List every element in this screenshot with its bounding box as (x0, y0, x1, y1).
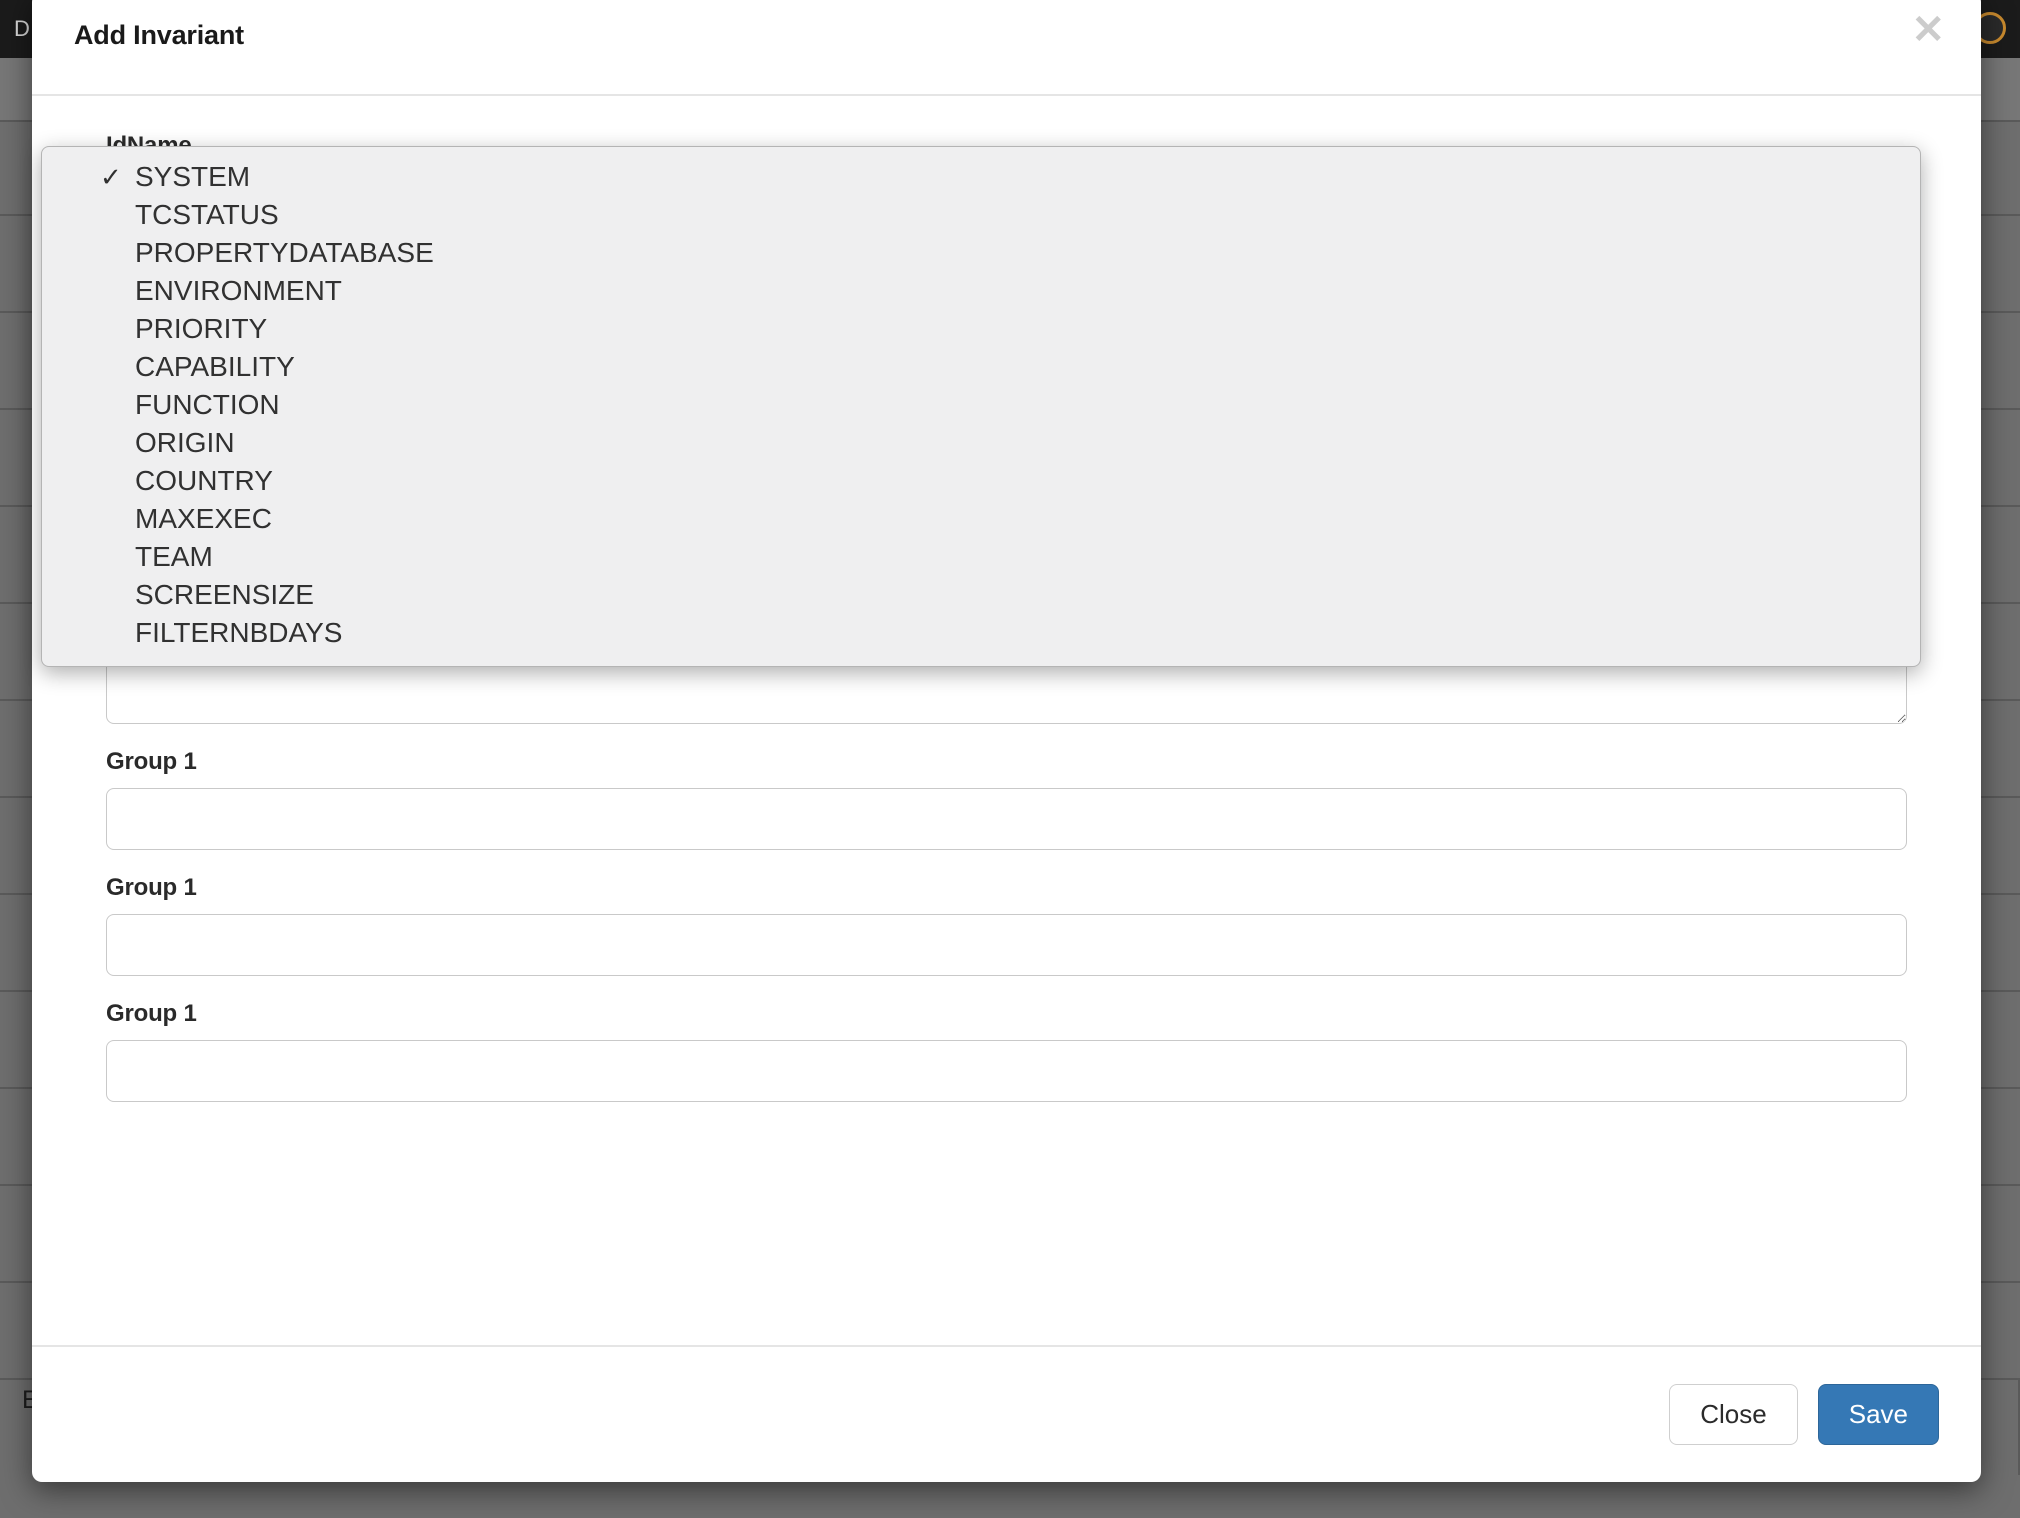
dropdown-option[interactable]: ✓FILTERNBDAYS (42, 614, 1920, 652)
close-icon[interactable]: ✕ (1905, 10, 1951, 50)
group-1c-input[interactable] (106, 1040, 1907, 1102)
dropdown-option-label: ENVIRONMENT (135, 275, 342, 306)
field-group-1c: Group 1 (106, 1000, 1907, 1102)
dropdown-option[interactable]: ✓PROPERTYDATABASE (42, 234, 1920, 272)
save-button[interactable]: Save (1817, 1383, 1939, 1446)
dropdown-option-label: COUNTRY (135, 465, 273, 496)
field-group-1b: Group 1 (106, 874, 1907, 976)
group-1a-input[interactable] (106, 788, 1907, 850)
dropdown-option[interactable]: ✓SCREENSIZE (42, 576, 1920, 614)
dropdown-option-label: PROPERTYDATABASE (135, 237, 434, 268)
group-1a-label: Group 1 (106, 748, 197, 775)
dropdown-option[interactable]: ✓ENVIRONMENT (42, 272, 1920, 310)
idname-dropdown-list[interactable]: ✓ SYSTEM ✓TCSTATUS✓PROPERTYDATABASE✓ENVIRO… (41, 146, 1921, 667)
dropdown-option[interactable]: ✓COUNTRY (42, 462, 1920, 500)
modal-footer: Close Save (32, 1345, 1981, 1482)
dropdown-option-label: FILTERNBDAYS (135, 617, 343, 648)
dropdown-option-label: PRIORITY (135, 313, 268, 344)
dropdown-option[interactable]: ✓TCSTATUS (42, 196, 1920, 234)
group-1b-label: Group 1 (106, 874, 197, 901)
check-icon: ✓ (100, 162, 122, 192)
dropdown-option-label: FUNCTION (135, 389, 280, 420)
dropdown-option[interactable]: ✓CAPABILITY (42, 348, 1920, 386)
close-button[interactable]: Close (1669, 1383, 1798, 1446)
dropdown-option-label: TCSTATUS (135, 199, 279, 230)
modal-title: Add Invariant (74, 20, 244, 50)
dropdown-option[interactable]: ✓TEAM (42, 538, 1920, 576)
dropdown-option-label: CAPABILITY (135, 351, 295, 382)
dropdown-option-label: MAXEXEC (135, 503, 272, 534)
dropdown-option-label: ORIGIN (135, 427, 235, 458)
dropdown-option[interactable]: ✓FUNCTION (42, 386, 1920, 424)
dropdown-option[interactable]: ✓MAXEXEC (42, 500, 1920, 538)
dropdown-option[interactable]: ✓PRIORITY (42, 310, 1920, 348)
dropdown-option[interactable]: ✓ SYSTEM (42, 158, 1920, 196)
app-brand-logo[interactable]: D (14, 16, 31, 42)
dropdown-option-label: SYSTEM (135, 161, 251, 192)
field-group-1a: Group 1 (106, 748, 1907, 850)
group-1b-input[interactable] (106, 914, 1907, 976)
dropdown-option-label: TEAM (135, 541, 213, 572)
group-1c-label: Group 1 (106, 1000, 197, 1027)
dropdown-option[interactable]: ✓ORIGIN (42, 424, 1920, 462)
modal-header: Add Invariant ✕ (32, 0, 1981, 96)
dropdown-option-label: SCREENSIZE (135, 579, 314, 610)
